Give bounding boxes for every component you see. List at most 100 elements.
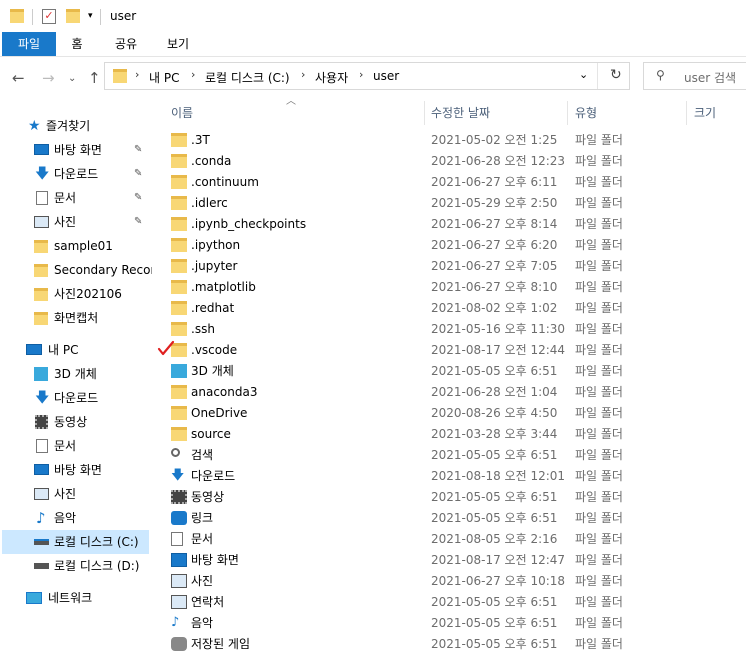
file-type: 파일 폴더: [575, 574, 623, 588]
breadcrumb-users[interactable]: 사용자: [315, 69, 348, 86]
table-row[interactable]: 검색 2021-05-05 오후 6:51 파일 폴더: [163, 445, 643, 466]
nav-item-photos-202106[interactable]: 사진202106: [0, 282, 152, 306]
tab-view[interactable]: 보기: [158, 32, 198, 56]
folder-icon: [171, 322, 187, 336]
file-type: 파일 폴더: [575, 217, 623, 231]
nav-item-downloads[interactable]: 🡇 다운로드 ✎: [0, 162, 152, 186]
recent-locations-icon[interactable]: ⌄: [68, 73, 76, 84]
back-icon[interactable]: ←: [12, 69, 25, 87]
file-type: 파일 폴더: [575, 364, 623, 378]
table-row[interactable]: .ssh 2021-05-16 오후 11:30 파일 폴더: [163, 319, 643, 340]
nav-item-pc-pictures[interactable]: 사진: [0, 482, 152, 506]
file-name: 연락처: [191, 595, 225, 609]
table-row[interactable]: .conda 2021-06-28 오전 12:23 파일 폴더: [163, 151, 643, 172]
table-row[interactable]: .continuum 2021-06-27 오후 6:11 파일 폴더: [163, 172, 643, 193]
breadcrumb-user[interactable]: user: [373, 69, 399, 83]
folder-icon: [34, 288, 48, 301]
nav-item-videos[interactable]: 동영상: [0, 410, 152, 434]
table-row[interactable]: OneDrive 2020-08-26 오후 4:50 파일 폴더: [163, 403, 643, 424]
tab-file[interactable]: 파일: [2, 32, 56, 56]
folder-icon: [171, 280, 187, 294]
nav-this-pc[interactable]: 내 PC: [0, 338, 152, 362]
file-name: OneDrive: [191, 406, 248, 420]
table-row[interactable]: 사진 2021-06-27 오후 10:18 파일 폴더: [163, 571, 643, 592]
table-row[interactable]: 🡇 다운로드 2021-08-18 오전 12:01 파일 폴더: [163, 466, 643, 487]
address-dropdown-icon[interactable]: ⌄: [579, 68, 588, 81]
nav-item-desktop[interactable]: 바탕 화면 ✎: [0, 138, 152, 162]
file-modified-date: 2021-05-29 오후 2:50: [431, 196, 558, 210]
tab-home[interactable]: 홈: [62, 32, 92, 56]
table-row[interactable]: .idlerc 2021-05-29 오후 2:50 파일 폴더: [163, 193, 643, 214]
pin-icon[interactable]: ✎: [134, 162, 142, 186]
music-icon: ♪: [36, 509, 46, 527]
pin-icon[interactable]: ✎: [134, 186, 142, 210]
divider: [100, 9, 101, 25]
up-icon[interactable]: ↑: [88, 69, 101, 87]
nav-item-local-disk-d[interactable]: 로컬 디스크 (D:): [0, 554, 152, 578]
table-row[interactable]: anaconda3 2021-06-28 오전 1:04 파일 폴더: [163, 382, 643, 403]
file-name: .jupyter: [191, 259, 238, 273]
nav-label: 내 PC: [48, 343, 79, 357]
column-divider[interactable]: [686, 101, 687, 125]
nav-item-3d-objects[interactable]: 3D 개체: [0, 362, 152, 386]
search-box[interactable]: ⚲ user 검색: [643, 62, 746, 90]
table-row[interactable]: source 2021-03-28 오후 3:44 파일 폴더: [163, 424, 643, 445]
nav-item-secondary-record[interactable]: Secondary Record: [0, 258, 152, 282]
column-divider[interactable]: [567, 101, 568, 125]
search-placeholder: user 검색: [684, 71, 737, 85]
forward-icon[interactable]: →: [42, 69, 55, 87]
pin-icon[interactable]: ✎: [134, 138, 142, 162]
column-divider[interactable]: [424, 101, 425, 125]
column-header-type[interactable]: 유형: [575, 101, 597, 125]
table-row[interactable]: .3T 2021-05-02 오전 1:25 파일 폴더: [163, 130, 643, 151]
nav-item-local-disk-c[interactable]: 로컬 디스크 (C:): [2, 530, 149, 554]
nav-item-pc-downloads[interactable]: 🡇 다운로드: [0, 386, 152, 410]
table-row[interactable]: .jupyter 2021-06-27 오후 7:05 파일 폴더: [163, 256, 643, 277]
nav-item-pc-documents[interactable]: 문서: [0, 434, 152, 458]
column-header-size[interactable]: 크기: [694, 101, 716, 125]
nav-item-pictures[interactable]: 사진 ✎: [0, 210, 152, 234]
table-row[interactable]: .matplotlib 2021-06-27 오후 8:10 파일 폴더: [163, 277, 643, 298]
document-icon: [36, 191, 48, 205]
file-type: 파일 폴더: [575, 616, 623, 630]
file-modified-date: 2021-06-27 오후 8:10: [431, 280, 558, 294]
properties-icon[interactable]: ✓: [42, 9, 56, 24]
table-row[interactable]: 동영상 2021-05-05 오후 6:51 파일 폴더: [163, 487, 643, 508]
nav-network[interactable]: 네트워크: [0, 586, 152, 610]
table-row[interactable]: .ipynb_checkpoints 2021-06-27 오후 8:14 파일 폴…: [163, 214, 643, 235]
file-modified-date: 2021-05-05 오후 6:51: [431, 595, 558, 609]
nav-item-pc-desktop[interactable]: 바탕 화면: [0, 458, 152, 482]
table-row[interactable]: 연락처 2021-05-05 오후 6:51 파일 폴더: [163, 592, 643, 613]
new-folder-icon[interactable]: [66, 9, 80, 23]
divider: [597, 63, 598, 89]
breadcrumb-this-pc[interactable]: 내 PC: [149, 69, 179, 86]
breadcrumb-local-disk-c[interactable]: 로컬 디스크 (C:): [205, 69, 290, 86]
pin-icon[interactable]: ✎: [134, 210, 142, 234]
nav-quick-access[interactable]: ★ 즐겨찾기: [0, 114, 152, 138]
table-row[interactable]: ♪ 음악 2021-05-05 오후 6:51 파일 폴더: [163, 613, 643, 634]
table-row[interactable]: .redhat 2021-08-02 오후 1:02 파일 폴더: [163, 298, 643, 319]
table-row[interactable]: 저장된 게임 2021-05-05 오후 6:51 파일 폴더: [163, 634, 643, 655]
folder-icon: [34, 240, 48, 253]
column-header-date[interactable]: 수정한 날짜: [431, 101, 490, 125]
nav-item-documents[interactable]: 문서 ✎: [0, 186, 152, 210]
tab-share[interactable]: 공유: [106, 32, 146, 56]
refresh-icon[interactable]: ↻: [610, 67, 622, 83]
nav-item-sample01[interactable]: sample01: [0, 234, 152, 258]
table-row[interactable]: .ipython 2021-06-27 오후 6:20 파일 폴더: [163, 235, 643, 256]
folder-icon: [171, 259, 187, 273]
table-row[interactable]: .vscode 2021-08-17 오전 12:44 파일 폴더: [163, 340, 643, 361]
folder-icon: [171, 133, 187, 147]
3d-objects-icon: [171, 364, 187, 378]
table-row[interactable]: 링크 2021-05-05 오후 6:51 파일 폴더: [163, 508, 643, 529]
folder-icon: [171, 406, 187, 420]
nav-item-music[interactable]: ♪ 음악: [0, 506, 152, 530]
table-row[interactable]: 문서 2021-08-05 오후 2:16 파일 폴더: [163, 529, 643, 550]
table-row[interactable]: 바탕 화면 2021-08-17 오전 12:47 파일 폴더: [163, 550, 643, 571]
column-header-name[interactable]: 이름: [171, 101, 193, 125]
nav-item-screen-capture[interactable]: 화면캡처: [0, 306, 152, 330]
address-bar[interactable]: › 내 PC › 로컬 디스크 (C:) › 사용자 › user ⌄ ↻: [104, 62, 630, 90]
table-row[interactable]: 3D 개체 2021-05-05 오후 6:51 파일 폴더: [163, 361, 643, 382]
customize-toolbar-icon[interactable]: ▾: [88, 9, 93, 25]
checkmark-icon: [157, 340, 175, 356]
